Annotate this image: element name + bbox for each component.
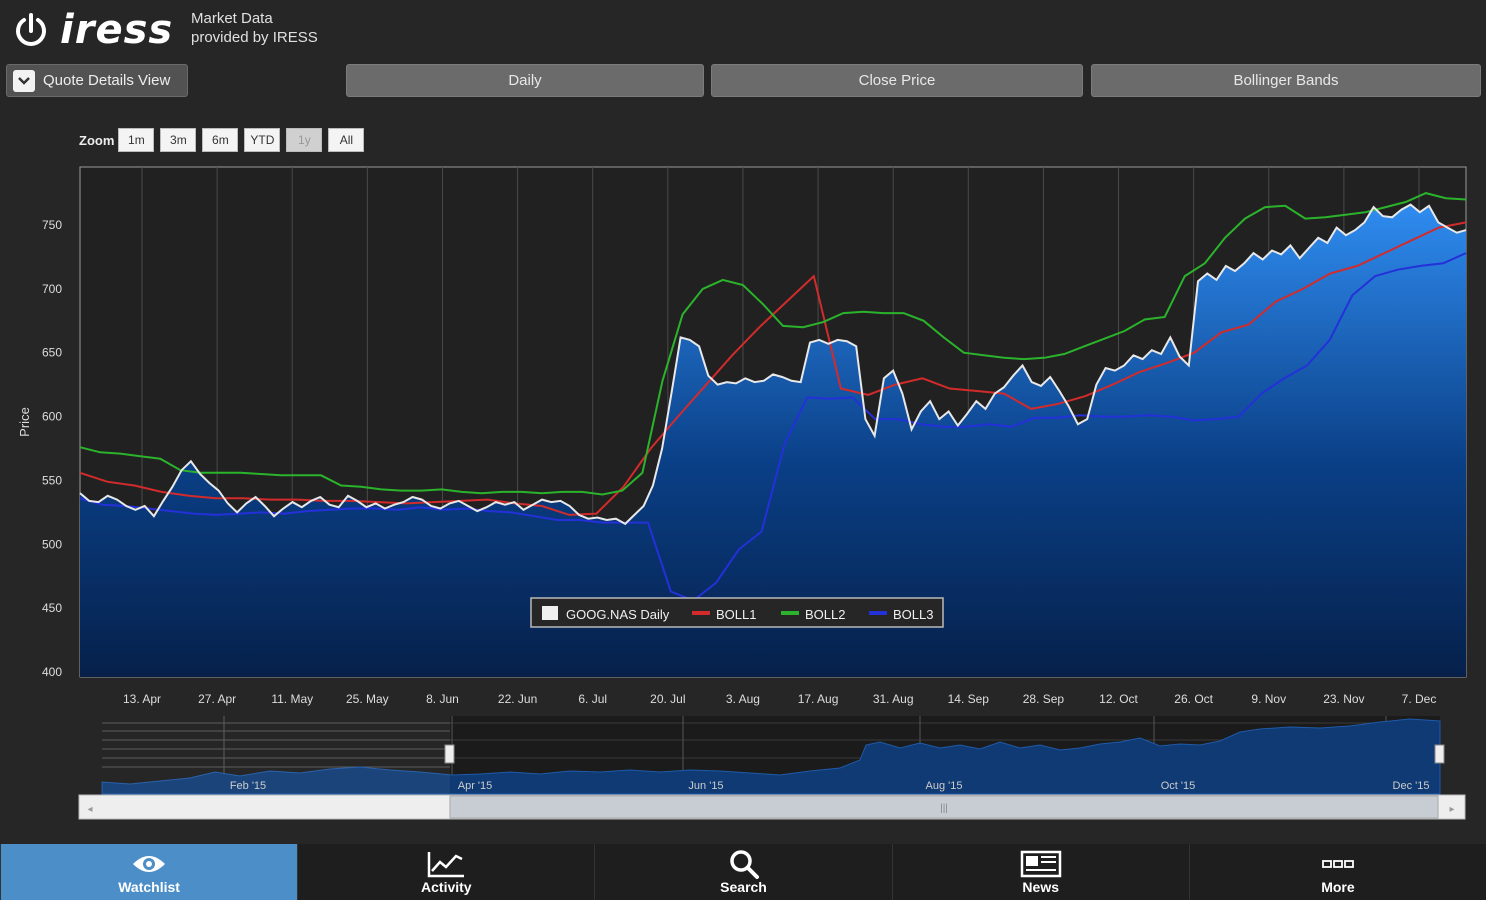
tab-watchlist[interactable]: Watchlist <box>0 844 298 900</box>
y-tick-label: 500 <box>42 537 62 551</box>
tab-activity[interactable]: Activity <box>297 844 594 900</box>
navigator-handle-left[interactable] <box>444 744 455 764</box>
tab-more-label: More <box>1321 879 1355 895</box>
y-axis-label: Price <box>17 407 32 437</box>
tab-watchlist-label: Watchlist <box>118 879 180 895</box>
navigator-mask <box>102 716 450 794</box>
more-dots-icon <box>1322 849 1354 879</box>
legend-swatch-price <box>542 606 558 620</box>
chart-line-icon <box>426 849 466 879</box>
legend-swatch-boll3 <box>869 611 887 615</box>
y-tick-label: 700 <box>42 282 62 296</box>
tab-search[interactable]: Search <box>594 844 891 900</box>
y-tick-label: 400 <box>42 665 62 679</box>
navigator-label-oct15: Oct '15 <box>1161 780 1196 792</box>
navigator-label-aug15: Aug '15 <box>926 780 963 792</box>
tab-news[interactable]: News <box>891 844 1189 900</box>
tab-news-label: News <box>1022 879 1059 895</box>
scroll-left-arrow-icon[interactable]: ◂ <box>87 804 92 815</box>
legend-swatch-boll2 <box>781 611 799 615</box>
tab-more[interactable]: More <box>1188 844 1486 900</box>
navigator-label-jun15: Jun '15 <box>688 780 723 792</box>
y-tick-label: 600 <box>42 410 62 424</box>
navigator-scrollbar[interactable]: ||| ◂ ▸ <box>78 794 1466 820</box>
navigator-label-apr15: Apr '15 <box>458 780 493 792</box>
legend-boll2[interactable]: BOLL2 <box>805 607 845 622</box>
tab-search-label: Search <box>720 879 767 895</box>
y-tick-label: 450 <box>42 601 62 615</box>
legend-swatch-boll1 <box>692 611 710 615</box>
chart-legend: GOOG.NAS Daily BOLL1 BOLL2 BOLL3 <box>530 597 944 628</box>
navigator-handle-right[interactable] <box>1434 744 1445 764</box>
search-icon <box>728 849 760 879</box>
navigator-label-feb15: Feb '15 <box>230 780 266 792</box>
bottom-tab-bar: Watchlist Activity Search News More <box>0 844 1486 900</box>
scroll-right-arrow-icon[interactable]: ▸ <box>1449 804 1454 815</box>
y-tick-label: 650 <box>42 346 62 360</box>
legend-boll1[interactable]: BOLL1 <box>716 607 756 622</box>
svg-text:|||: ||| <box>940 803 948 814</box>
navigator-label-dec15: Dec '15 <box>1393 780 1430 792</box>
legend-boll3[interactable]: BOLL3 <box>893 607 933 622</box>
y-tick-label: 750 <box>42 218 62 232</box>
tab-activity-label: Activity <box>421 879 472 895</box>
range-navigator[interactable]: Feb '15 Apr '15 Jun '15 Aug '15 Oct '15 … <box>0 700 1486 840</box>
legend-price[interactable]: GOOG.NAS Daily <box>566 607 670 622</box>
newspaper-icon <box>1020 849 1062 879</box>
eye-icon <box>131 849 167 879</box>
y-tick-label: 550 <box>42 473 62 487</box>
price-chart[interactable]: 400450500550600650700750 13. Apr 27. Apr 1… <box>0 0 1486 720</box>
